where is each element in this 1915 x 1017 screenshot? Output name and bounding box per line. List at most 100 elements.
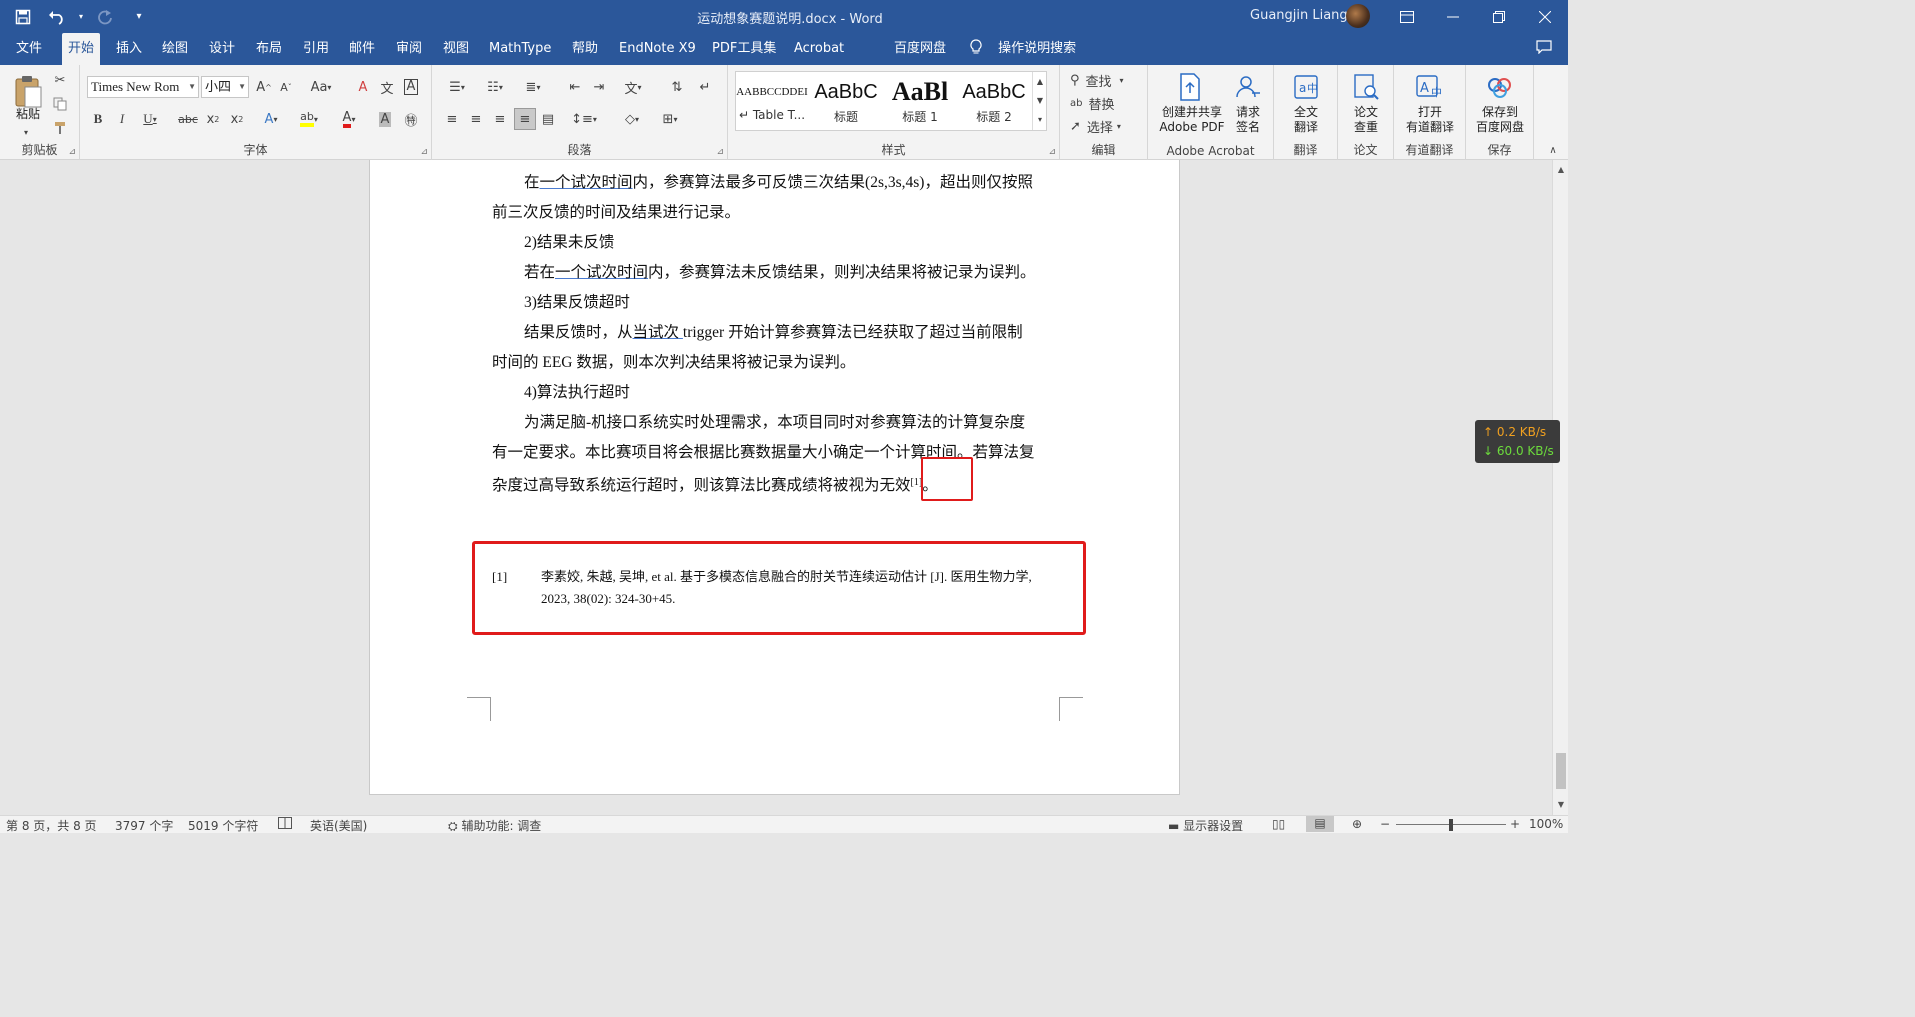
tab-references[interactable]: 引用 xyxy=(297,33,335,65)
sort-icon[interactable]: ⇅ xyxy=(666,76,688,98)
numbering-icon[interactable]: ☷ ▾ xyxy=(480,76,510,98)
comments-icon[interactable] xyxy=(1530,33,1558,65)
tab-mailings[interactable]: 邮件 xyxy=(343,33,381,65)
tab-view[interactable]: 视图 xyxy=(437,33,475,65)
word-count[interactable]: 3797 个字 xyxy=(115,817,173,834)
zoom-out-icon[interactable]: − xyxy=(1380,817,1390,831)
styles-launcher-icon[interactable]: ⊿ xyxy=(1048,147,1056,157)
decrease-indent-icon[interactable]: ⇤ xyxy=(564,76,586,98)
zoom-in-icon[interactable]: + xyxy=(1510,817,1520,831)
chevron-down-icon[interactable]: ▼ xyxy=(1033,91,1047,109)
distributed-icon[interactable]: ▤ xyxy=(538,108,558,130)
find-button[interactable]: ⚲ 查找 ▾ xyxy=(1070,69,1146,91)
footnote-text[interactable]: 李素姣, 朱越, 吴坤, et al. 基于多模态信息融合的肘关节连续运动估计 … xyxy=(541,566,1061,610)
customize-icon[interactable]: ▾ xyxy=(124,3,154,31)
style-title[interactable]: AaBbC 标题 xyxy=(810,72,882,130)
character-border-icon[interactable]: A xyxy=(400,76,422,98)
subheading[interactable]: 4)算法执行超时 xyxy=(492,378,1060,408)
page-count[interactable]: 第 8 页，共 8 页 xyxy=(6,817,97,834)
increase-indent-icon[interactable]: ⇥ xyxy=(588,76,610,98)
paper-check-button[interactable]: 论文 查重 xyxy=(1340,105,1392,135)
multilevel-list-icon[interactable]: ≣ ▾ xyxy=(518,76,548,98)
body-paragraph[interactable]: 结果反馈时，从当试次 trigger 开始计算参赛算法已经获取了超过当前限制 xyxy=(492,318,1060,348)
youdao-translate-icon[interactable]: A中 xyxy=(1414,71,1446,103)
body-paragraph[interactable]: 前三次反馈的时间及结果进行记录。 xyxy=(492,198,1060,228)
save-to-baidu-button[interactable]: 保存到 百度网盘 xyxy=(1468,105,1532,135)
zoom-slider-thumb[interactable] xyxy=(1449,819,1453,831)
paste-dropdown-icon[interactable]: ▾ xyxy=(18,121,34,143)
tab-endnote[interactable]: EndNote X9 xyxy=(613,33,702,65)
tab-pdf-tools[interactable]: PDF工具集 xyxy=(706,33,782,65)
enclose-characters-icon[interactable]: ㊕ xyxy=(400,108,422,130)
vertical-scrollbar[interactable]: ▲ ▼ xyxy=(1552,160,1568,815)
style-heading-1[interactable]: AaBl 标题 1 xyxy=(884,72,956,130)
tab-baidu-netdisk[interactable]: 百度网盘 xyxy=(888,33,952,65)
justify-icon[interactable]: ≡ xyxy=(514,108,536,130)
shading-icon[interactable]: ◇ ▾ xyxy=(616,108,648,130)
restore-icon[interactable] xyxy=(1476,0,1522,33)
subheading[interactable]: 3)结果反馈超时 xyxy=(492,288,1060,318)
change-case-icon[interactable]: Aa ▾ xyxy=(306,76,336,98)
print-layout-icon[interactable]: ▤ xyxy=(1306,816,1334,832)
underline-icon[interactable]: U ▾ xyxy=(136,108,164,130)
align-center-icon[interactable]: ≡ xyxy=(466,108,486,130)
tab-layout[interactable]: 布局 xyxy=(250,33,288,65)
font-color-icon[interactable]: A ▾ xyxy=(334,108,364,130)
paper-check-icon[interactable] xyxy=(1350,71,1382,103)
style-heading-2[interactable]: AaBbC 标题 2 xyxy=(958,72,1030,130)
text-effects-icon[interactable]: A ▾ xyxy=(256,108,286,130)
full-translate-button[interactable]: 全文 翻译 xyxy=(1276,105,1336,135)
replace-button[interactable]: ab 替换 xyxy=(1070,92,1146,114)
zoom-level[interactable]: 100% xyxy=(1529,817,1563,831)
tab-mathtype[interactable]: MathType xyxy=(483,33,557,65)
highlight-color-icon[interactable]: ab ▾ xyxy=(294,108,324,130)
scrollbar-thumb[interactable] xyxy=(1556,753,1566,789)
chevron-up-icon[interactable]: ▲ xyxy=(1033,72,1047,90)
language[interactable]: 英语(美国) xyxy=(310,817,367,834)
user-name[interactable]: Guangjin Liang xyxy=(1250,8,1348,23)
network-speed-widget[interactable]: ↑ 0.2 KB/s ↓ 60.0 KB/s xyxy=(1475,420,1560,463)
web-layout-icon[interactable]: ⊕ xyxy=(1352,817,1362,831)
clear-formatting-icon[interactable]: A xyxy=(352,76,374,98)
tab-home[interactable]: 开始 xyxy=(62,33,101,65)
tab-design[interactable]: 设计 xyxy=(203,33,241,65)
redo-icon[interactable] xyxy=(90,3,120,31)
copy-icon[interactable] xyxy=(50,93,70,115)
char-count[interactable]: 5019 个字符 xyxy=(188,817,258,834)
format-painter-icon[interactable] xyxy=(50,117,70,139)
shrink-font-icon[interactable]: Aˇ xyxy=(276,76,296,98)
save-icon[interactable] xyxy=(8,3,38,31)
ribbon-display-options-icon[interactable] xyxy=(1384,0,1430,33)
tab-draw[interactable]: 绘图 xyxy=(156,33,194,65)
grow-font-icon[interactable]: A ^ xyxy=(254,76,274,98)
paste-icon[interactable] xyxy=(8,71,48,111)
tab-review[interactable]: 审阅 xyxy=(390,33,428,65)
read-mode-icon[interactable]: ▯▯ xyxy=(1272,817,1285,831)
cut-icon[interactable]: ✂ xyxy=(50,69,70,91)
tab-file[interactable]: 文件 xyxy=(10,33,48,65)
tab-help[interactable]: 帮助 xyxy=(566,33,604,65)
display-settings[interactable]: ▬ 显示器设置 xyxy=(1168,817,1243,834)
chinese-layout-icon[interactable]: 文 ▾ xyxy=(618,76,648,98)
minimize-icon[interactable] xyxy=(1430,0,1476,33)
body-paragraph[interactable]: 在一个试次时间内，参赛算法最多可反馈三次结果(2s,3s,4s)，超出则仅按照 xyxy=(492,168,1060,198)
collapse-ribbon-icon[interactable]: ∧ xyxy=(1544,141,1562,159)
line-spacing-icon[interactable]: ↕≡ ▾ xyxy=(568,108,600,130)
full-translate-icon[interactable]: a中 xyxy=(1290,71,1322,103)
tab-acrobat[interactable]: Acrobat xyxy=(788,33,850,65)
body-paragraph[interactable]: 为满足脑-机接口系统实时处理需求，本项目同时对参赛算法的计算复杂度 xyxy=(492,408,1060,438)
bullets-icon[interactable]: ☰ ▾ xyxy=(442,76,472,98)
document-page[interactable]: 在一个试次时间内，参赛算法最多可反馈三次结果(2s,3s,4s)，超出则仅按照 … xyxy=(369,160,1180,795)
proofing-icon[interactable] xyxy=(278,817,292,832)
font-launcher-icon[interactable]: ⊿ xyxy=(420,147,428,157)
avatar[interactable] xyxy=(1346,4,1370,28)
show-marks-icon[interactable]: ↵ xyxy=(694,76,716,98)
create-pdf-icon[interactable] xyxy=(1174,71,1206,103)
body-paragraph[interactable]: 有一定要求。本比赛项目将会根据比赛数据量大小确定一个计算时间。若算法复 xyxy=(492,438,1060,468)
superscript-icon[interactable]: x2 xyxy=(226,108,248,130)
subscript-icon[interactable]: x2 xyxy=(202,108,224,130)
request-signature-button[interactable]: 请求 签名 xyxy=(1232,105,1264,135)
request-signature-icon[interactable] xyxy=(1232,71,1264,103)
body-paragraph[interactable]: 时间的 EEG 数据，则本次判决结果将被记录为误判。 xyxy=(492,348,1060,378)
style-table-title[interactable]: AABBCCDDEI ↵ Table T... xyxy=(736,72,808,130)
